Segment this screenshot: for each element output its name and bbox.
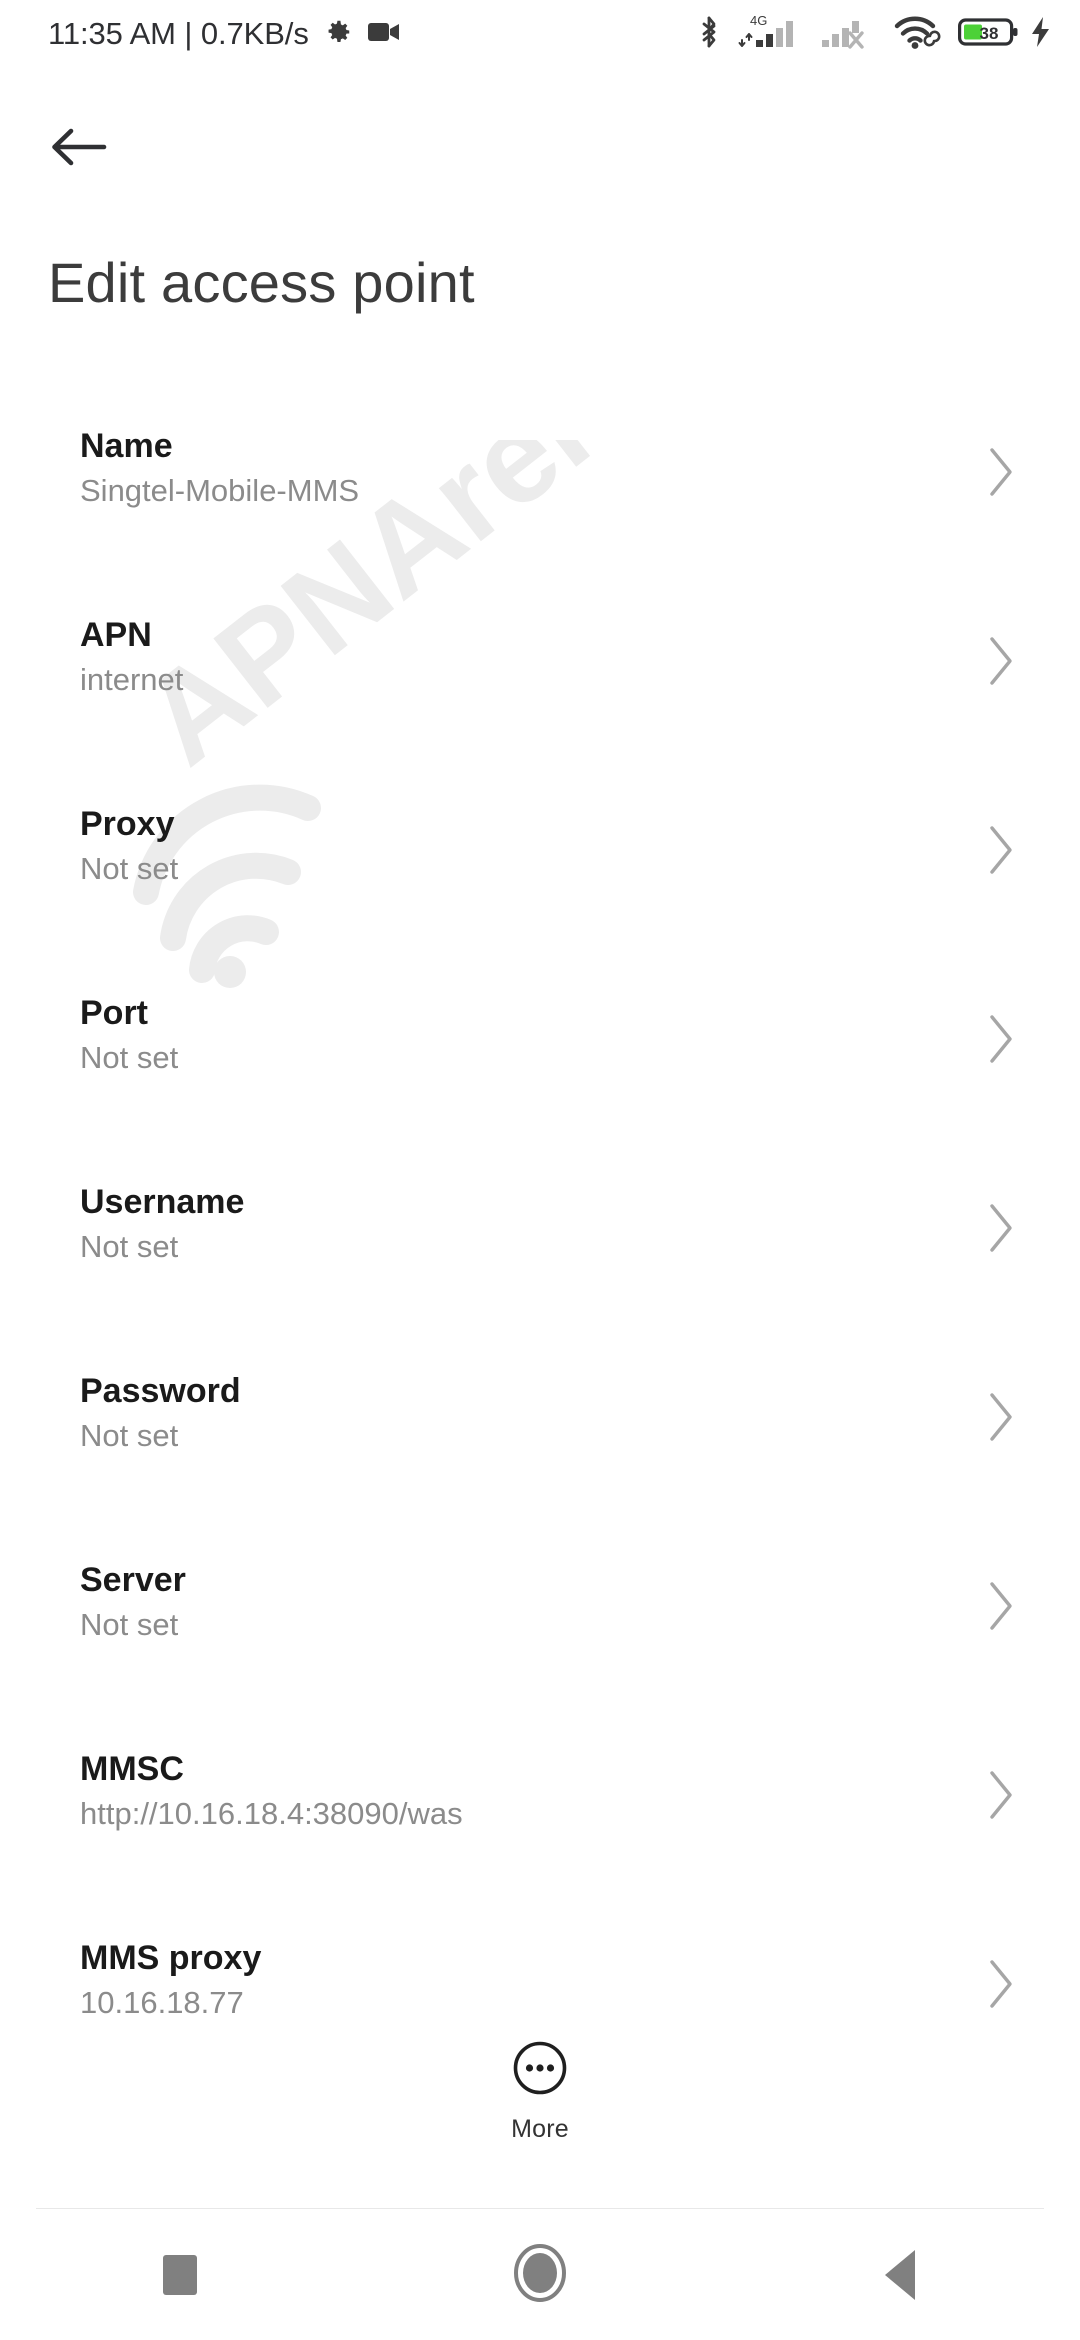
- nav-back-button[interactable]: [720, 2210, 1080, 2340]
- arrow-left-icon: [51, 125, 107, 174]
- back-button[interactable]: [38, 108, 120, 190]
- svg-text:38: 38: [980, 24, 999, 43]
- setting-value: Not set: [80, 1229, 179, 1265]
- signal-sim2-no-service-icon: [820, 12, 880, 57]
- setting-label: Proxy: [80, 805, 175, 843]
- chevron-right-icon: [984, 1200, 1018, 1256]
- nav-recents-button[interactable]: [0, 2210, 360, 2340]
- setting-row-proxy[interactable]: Proxy Not set: [0, 778, 1080, 967]
- chevron-right-icon: [984, 633, 1018, 689]
- setting-label: Server: [80, 1561, 186, 1599]
- system-navigation-bar: [0, 2210, 1080, 2340]
- wifi-icon: [894, 14, 942, 55]
- settings-list: Name Singtel-Mobile-MMS APN internet Pro…: [0, 400, 1080, 2101]
- more-button-label: More: [511, 2115, 569, 2143]
- phone-screen: 11:35 AM | 0.7KB/s 4G 38 Edit access poi…: [0, 0, 1080, 2340]
- more-button[interactable]: More: [0, 2040, 1080, 2180]
- chevron-right-icon: [984, 1389, 1018, 1445]
- setting-label: MMS proxy: [80, 1939, 262, 1977]
- triangle-left-icon: [885, 2250, 915, 2300]
- chevron-right-icon: [984, 1011, 1018, 1067]
- setting-value: Singtel-Mobile-MMS: [80, 473, 360, 509]
- setting-label: Name: [80, 427, 173, 465]
- svg-text:4G: 4G: [750, 13, 767, 28]
- setting-label: Password: [80, 1372, 241, 1410]
- battery-icon: 38: [958, 15, 1020, 54]
- setting-value: Not set: [80, 1418, 179, 1454]
- status-bar-left: 11:35 AM | 0.7KB/s: [48, 16, 400, 52]
- bluetooth-icon: [696, 15, 722, 54]
- chevron-right-icon: [984, 1767, 1018, 1823]
- setting-row-name[interactable]: Name Singtel-Mobile-MMS: [0, 400, 1080, 589]
- bottom-divider: [36, 2208, 1044, 2209]
- square-icon: [163, 2255, 197, 2295]
- setting-row-port[interactable]: Port Not set: [0, 967, 1080, 1156]
- circle-icon: [513, 2243, 567, 2308]
- setting-row-apn[interactable]: APN internet: [0, 589, 1080, 778]
- status-clock-and-network-speed: 11:35 AM | 0.7KB/s: [48, 16, 309, 51]
- status-bar-right: 4G 38: [696, 12, 1054, 57]
- chevron-right-icon: [984, 444, 1018, 500]
- gear-icon: [323, 17, 353, 52]
- more-circle-icon: [512, 2040, 568, 2101]
- setting-label: APN: [80, 616, 152, 654]
- setting-label: Port: [80, 994, 148, 1032]
- chevron-right-icon: [984, 822, 1018, 878]
- chevron-right-icon: [984, 1956, 1018, 2012]
- signal-4g-icon: 4G: [738, 12, 808, 57]
- setting-label: Username: [80, 1183, 245, 1221]
- setting-row-password[interactable]: Password Not set: [0, 1345, 1080, 1534]
- setting-value: 10.16.18.77: [80, 1985, 244, 2021]
- nav-home-button[interactable]: [360, 2210, 720, 2340]
- setting-row-username[interactable]: Username Not set: [0, 1156, 1080, 1345]
- setting-label: MMSC: [80, 1750, 184, 1788]
- charging-bolt-icon: [1028, 15, 1054, 54]
- page-title: Edit access point: [48, 251, 475, 314]
- setting-row-server[interactable]: Server Not set: [0, 1534, 1080, 1723]
- status-bar: 11:35 AM | 0.7KB/s 4G 38: [0, 0, 1080, 68]
- setting-value: Not set: [80, 851, 179, 887]
- setting-value: internet: [80, 662, 184, 698]
- chevron-right-icon: [984, 1578, 1018, 1634]
- setting-value: http://10.16.18.4:38090/was: [80, 1796, 463, 1832]
- video-camera-icon: [367, 21, 400, 48]
- setting-value: Not set: [80, 1040, 179, 1076]
- setting-row-mmsc[interactable]: MMSC http://10.16.18.4:38090/was: [0, 1723, 1080, 1912]
- setting-value: Not set: [80, 1607, 179, 1643]
